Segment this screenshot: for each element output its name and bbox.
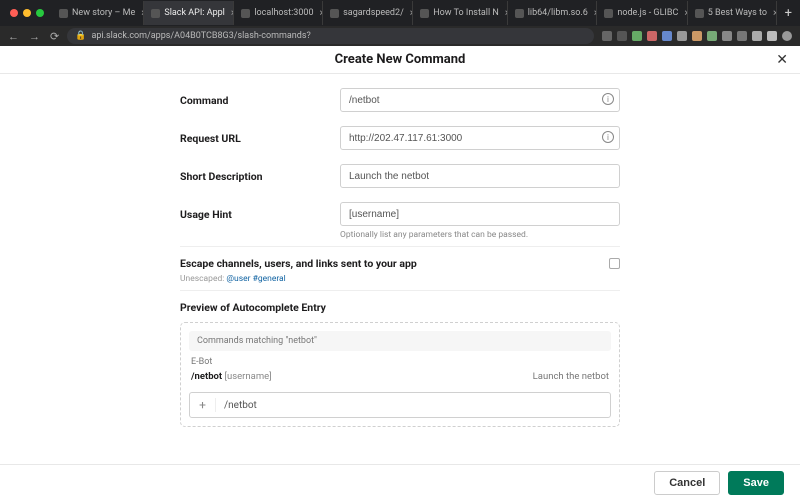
short-desc-row: Short Description: [180, 164, 620, 188]
command-input[interactable]: [340, 88, 620, 112]
escape-row: Escape channels, users, and links sent t…: [180, 257, 620, 270]
tab-5[interactable]: lib64/libm.so.6×: [508, 1, 598, 25]
info-icon[interactable]: i: [602, 131, 614, 143]
page-title: Create New Command: [335, 52, 466, 67]
request-url-row: Request URL i: [180, 126, 620, 150]
escape-label: Escape channels, users, and links sent t…: [180, 257, 417, 270]
cancel-button[interactable]: Cancel: [654, 471, 720, 495]
close-dialog-icon[interactable]: ✕: [776, 52, 788, 68]
tab-7[interactable]: 5 Best Ways to×: [688, 1, 777, 25]
minimize-window-icon[interactable]: [23, 9, 31, 17]
info-icon[interactable]: i: [602, 93, 614, 105]
preview-cmd: /netbot: [191, 371, 222, 382]
page-header: Create New Command ✕: [0, 46, 800, 74]
browser-chrome: New story – Me× Slack API: Appl× localho…: [0, 0, 800, 46]
usage-hint-note: Optionally list any parameters that can …: [340, 230, 620, 240]
short-desc-label: Short Description: [180, 170, 340, 183]
url-input[interactable]: 🔒 api.slack.com/apps/A04B0TCB8G3/slash-c…: [67, 28, 594, 44]
footer: Cancel Save: [0, 464, 800, 500]
preview-app-name: E-Bot: [191, 357, 609, 367]
request-url-label: Request URL: [180, 132, 340, 145]
divider: [180, 246, 620, 247]
usage-hint-label: Usage Hint: [180, 208, 340, 221]
tab-4[interactable]: How To Install N×: [413, 1, 507, 25]
preview-command-line: /netbot [username] Launch the netbot: [189, 369, 611, 384]
usage-hint-row: Usage Hint: [180, 202, 620, 226]
extension-icons[interactable]: [602, 31, 792, 41]
window-controls[interactable]: [6, 9, 52, 17]
preview-box: Commands matching "netbot" E-Bot /netbot…: [180, 322, 620, 427]
usage-hint-input[interactable]: [340, 202, 620, 226]
page-content: Create New Command ✕ Command i Request U…: [0, 46, 800, 464]
url-text: api.slack.com/apps/A04B0TCB8G3/slash-com…: [91, 31, 310, 41]
tab-1[interactable]: Slack API: Appl×: [144, 1, 234, 25]
favicon-icon: [695, 9, 704, 18]
favicon-icon: [241, 9, 250, 18]
tab-0[interactable]: New story – Me×: [52, 1, 144, 25]
preview-input-text: /netbot: [216, 400, 257, 411]
unescaped-example: Unescaped: @user #general: [180, 274, 620, 284]
save-button[interactable]: Save: [728, 471, 784, 495]
favicon-icon: [151, 9, 160, 18]
command-label: Command: [180, 94, 340, 107]
favicon-icon: [604, 9, 613, 18]
tab-3[interactable]: sagardspeed2/×: [323, 1, 413, 25]
escape-checkbox[interactable]: [609, 258, 620, 269]
close-window-icon[interactable]: [10, 9, 18, 17]
request-url-input[interactable]: [340, 126, 620, 150]
divider: [180, 290, 620, 291]
new-tab-button[interactable]: +: [777, 6, 800, 21]
short-desc-input[interactable]: [340, 164, 620, 188]
command-row: Command i: [180, 88, 620, 112]
tab-2[interactable]: localhost:3000×: [234, 1, 323, 25]
preview-slash-input: + /netbot: [189, 392, 611, 418]
back-icon[interactable]: ←: [8, 30, 19, 43]
forward-icon[interactable]: →: [29, 30, 40, 43]
plus-icon[interactable]: +: [190, 398, 216, 412]
favicon-icon: [420, 9, 429, 18]
preview-title: Preview of Autocomplete Entry: [180, 301, 620, 314]
maximize-window-icon[interactable]: [36, 9, 44, 17]
tab-6[interactable]: node.js - GLIBC×: [597, 1, 687, 25]
reload-icon[interactable]: ⟳: [50, 30, 59, 43]
preview-matching: Commands matching "netbot": [189, 331, 611, 351]
favicon-icon: [59, 9, 68, 18]
form: Command i Request URL i Short Descriptio…: [180, 88, 620, 427]
lock-icon: 🔒: [75, 31, 86, 41]
preview-desc: Launch the netbot: [533, 371, 609, 382]
tab-strip: New story – Me× Slack API: Appl× localho…: [0, 0, 800, 26]
address-bar: ← → ⟳ 🔒 api.slack.com/apps/A04B0TCB8G3/s…: [0, 26, 800, 46]
preview-usage: [username]: [224, 371, 271, 382]
favicon-icon: [515, 9, 524, 18]
favicon-icon: [330, 9, 339, 18]
